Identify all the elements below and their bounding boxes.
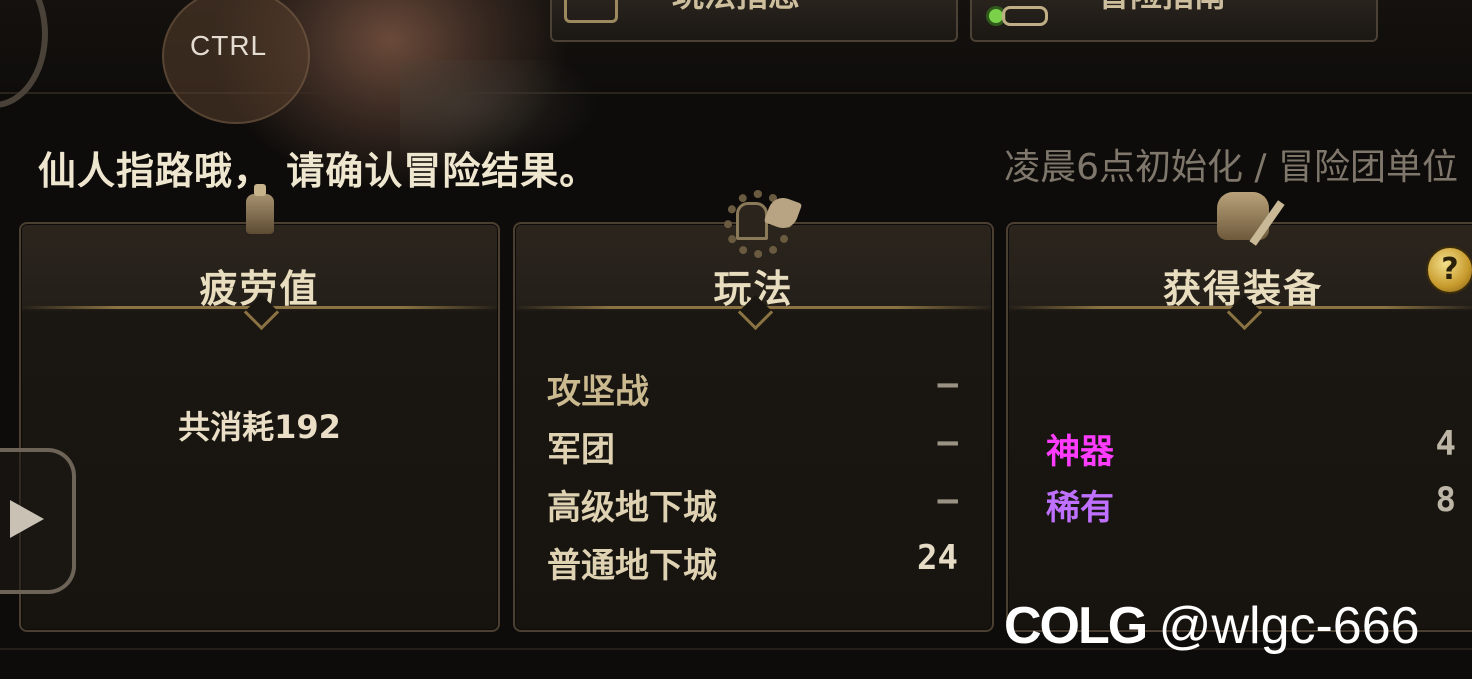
mode-name: 普通地下城: [547, 546, 717, 586]
ctrl-label: CTRL: [190, 30, 268, 61]
result-prompt: 仙人指路哦， 请确认冒险结果。: [38, 148, 599, 193]
game-modes-panel: 玩法 攻坚战 – 军团 – 高级地下城 – 普通地下城 24: [513, 190, 994, 632]
colg-logo: COLG: [1004, 597, 1148, 655]
equip-row-rare: 稀有 8: [1046, 480, 1472, 530]
mode-row-raid: 攻坚战 –: [547, 364, 958, 414]
key-icon: [986, 0, 1048, 26]
side-expand-tab[interactable]: [0, 448, 76, 594]
gameplay-guide-label: 玩法指恶: [672, 0, 800, 16]
mode-row-advanced-dungeon: 高级地下城 –: [547, 480, 958, 530]
reset-note: 凌晨6点初始化 / 冒险团单位: [1004, 147, 1458, 188]
adventure-guide-button[interactable]: 冒险指南: [970, 0, 1378, 42]
equip-grade: 神器: [1046, 432, 1114, 472]
mode-name: 攻坚战: [547, 372, 649, 412]
equip-count: 8: [1435, 480, 1456, 520]
equip-row-epic: 神器 4: [1046, 424, 1472, 474]
mode-value: 24: [917, 538, 958, 578]
scroll-icon: [564, 0, 618, 23]
watermark: COLG @wlgc-666: [1004, 596, 1420, 656]
fatigue-consumed: 共消耗192: [178, 408, 341, 446]
mode-name: 高级地下城: [547, 488, 717, 528]
equipment-panel: 获得装备 ? 神器 4 稀有 8: [1006, 192, 1472, 632]
equip-grade: 稀有: [1046, 488, 1114, 528]
equip-count: 4: [1435, 424, 1456, 464]
mode-value: –: [937, 480, 958, 520]
mode-row-legion: 军团 –: [547, 422, 958, 472]
mode-value: –: [937, 422, 958, 462]
play-arrow-icon: [10, 500, 44, 538]
watermark-handle: @wlgc-666: [1158, 597, 1420, 655]
mode-row-normal-dungeon: 普通地下城 24: [547, 538, 958, 588]
gameplay-guide-button[interactable]: 玩法指恶: [550, 0, 958, 42]
mode-name: 军团: [547, 430, 615, 470]
fatigue-panel: 疲劳值 共消耗192: [19, 184, 500, 632]
adventure-guide-label: 冒险指南: [1098, 0, 1226, 16]
mode-value: –: [937, 364, 958, 404]
help-icon[interactable]: ?: [1426, 246, 1472, 294]
